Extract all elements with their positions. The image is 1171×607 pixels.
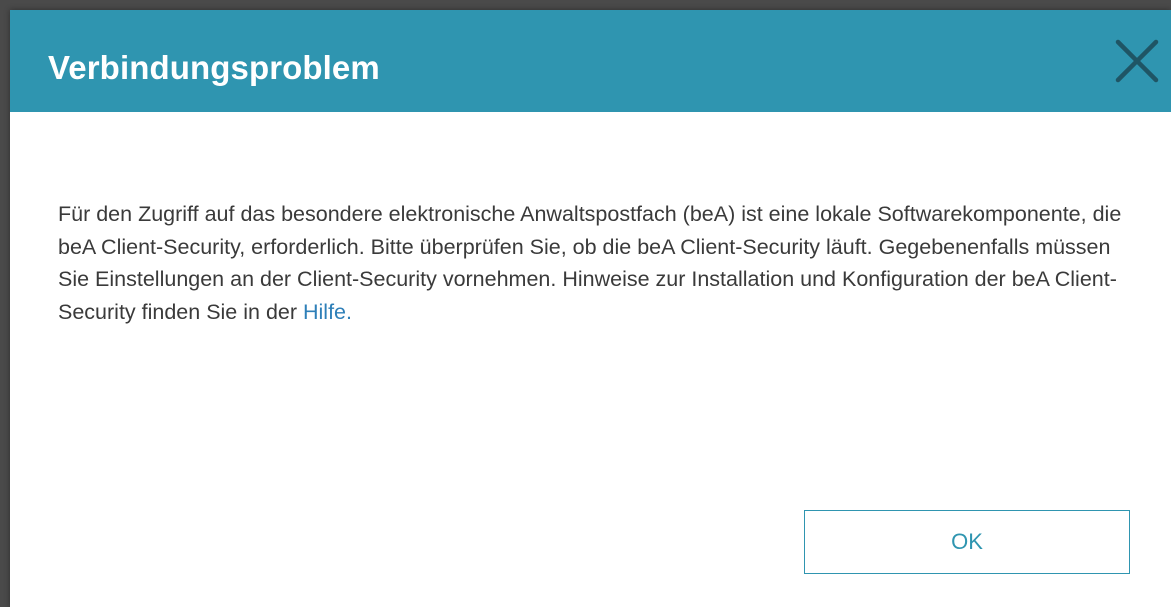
dialog-message-text: Für den Zugriff auf das besondere elektr… xyxy=(58,202,1122,324)
dialog-message: Für den Zugriff auf das besondere elektr… xyxy=(58,198,1138,328)
dialog-header: Verbindungsproblem xyxy=(10,10,1171,112)
help-link-period: . xyxy=(346,299,352,324)
help-link[interactable]: Hilfe xyxy=(303,300,346,324)
connection-problem-dialog: Verbindungsproblem Für den Zugriff auf d… xyxy=(10,10,1171,607)
close-button[interactable] xyxy=(1108,32,1166,90)
ok-button[interactable]: OK xyxy=(804,510,1130,574)
dialog-title: Verbindungsproblem xyxy=(48,49,380,86)
close-icon xyxy=(1108,32,1166,90)
